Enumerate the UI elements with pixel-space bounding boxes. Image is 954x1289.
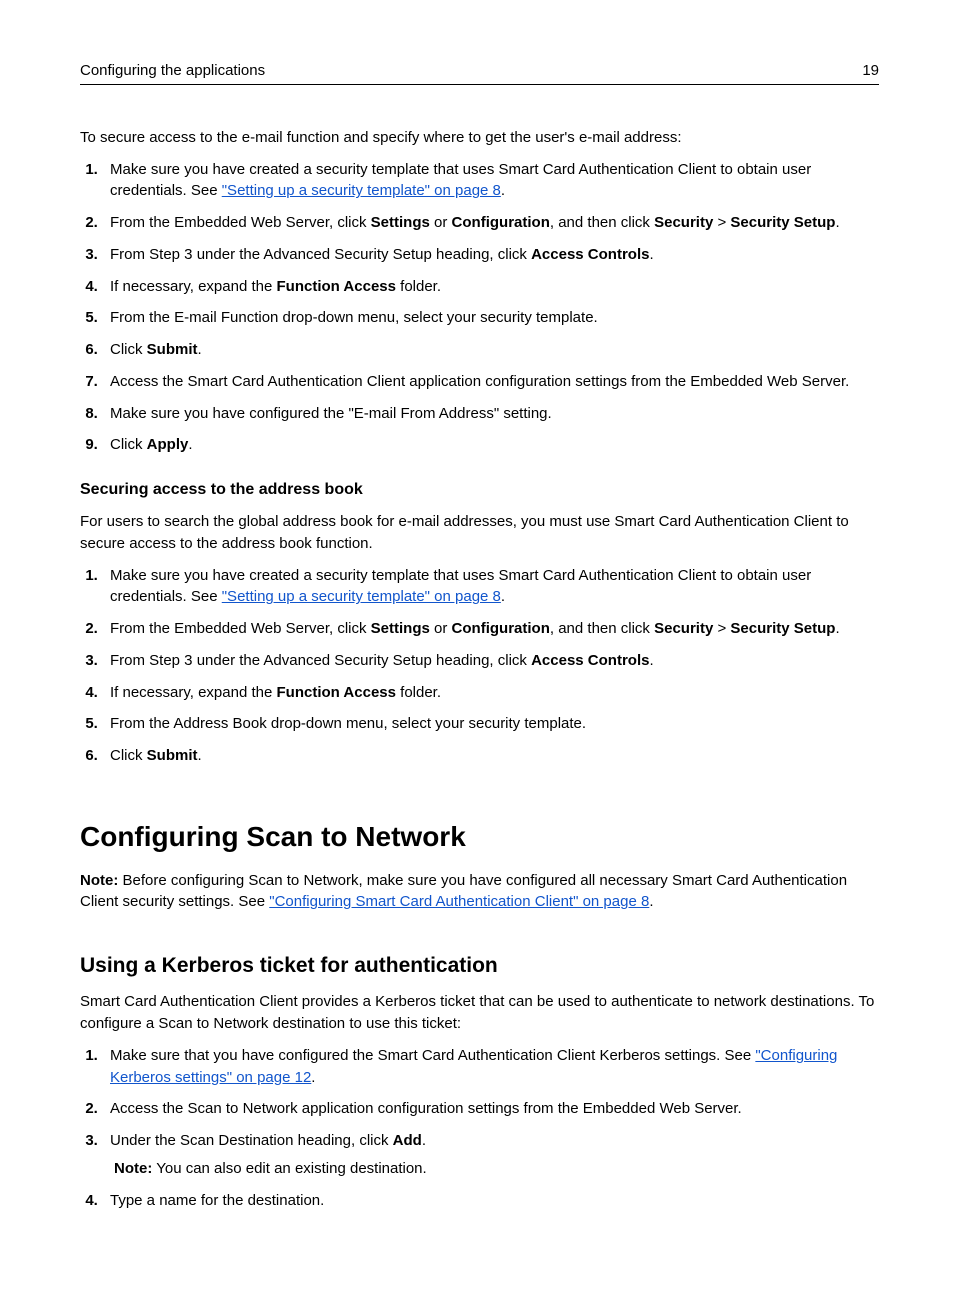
list-item: From the E-mail Function drop-down menu,… [102, 307, 879, 329]
list-item: From Step 3 under the Advanced Security … [102, 244, 879, 266]
list-item: From Step 3 under the Advanced Security … [102, 650, 879, 672]
list-item: From the Embedded Web Server, click Sett… [102, 618, 879, 640]
header-title: Configuring the applications [80, 60, 265, 82]
intro-kerberos: Smart Card Authentication Client provide… [80, 991, 879, 1035]
list-item: Make sure you have created a security te… [102, 159, 879, 203]
heading-scan-to-network: Configuring Scan to Network [80, 817, 879, 858]
note-scan-to-network: Note: Before configuring Scan to Network… [80, 870, 879, 914]
list-item: Type a name for the destination. [102, 1190, 879, 1212]
list-item: Access the Scan to Network application c… [102, 1098, 879, 1120]
link-security-template[interactable]: "Setting up a security template" on page… [222, 182, 501, 199]
sub-note: Note: You can also edit an existing dest… [114, 1158, 879, 1180]
heading-address-book: Securing access to the address book [80, 478, 879, 501]
list-item: If necessary, expand the Function Access… [102, 276, 879, 298]
link-configuring-smartcard[interactable]: "Configuring Smart Card Authentication C… [269, 893, 649, 910]
list-item: Make sure that you have configured the S… [102, 1045, 879, 1089]
list-item: From the Address Book drop-down menu, se… [102, 713, 879, 735]
list-item: Access the Smart Card Authentication Cli… [102, 371, 879, 393]
list-item: If necessary, expand the Function Access… [102, 682, 879, 704]
link-security-template-2[interactable]: "Setting up a security template" on page… [222, 588, 501, 605]
header-page-number: 19 [862, 60, 879, 82]
list-item: Under the Scan Destination heading, clic… [102, 1130, 879, 1180]
steps-list-3: Make sure that you have configured the S… [80, 1045, 879, 1212]
list-item: From the Embedded Web Server, click Sett… [102, 212, 879, 234]
steps-list-1: Make sure you have created a security te… [80, 159, 879, 457]
intro-address-book: For users to search the global address b… [80, 511, 879, 555]
list-item: Make sure you have configured the "E-mai… [102, 403, 879, 425]
steps-list-2: Make sure you have created a security te… [80, 565, 879, 767]
heading-kerberos: Using a Kerberos ticket for authenticati… [80, 951, 879, 981]
intro-paragraph-1: To secure access to the e-mail function … [80, 127, 879, 149]
list-item: Make sure you have created a security te… [102, 565, 879, 609]
list-item: Click Submit. [102, 339, 879, 361]
page-header: Configuring the applications 19 [80, 60, 879, 85]
list-item: Click Apply. [102, 434, 879, 456]
list-item: Click Submit. [102, 745, 879, 767]
